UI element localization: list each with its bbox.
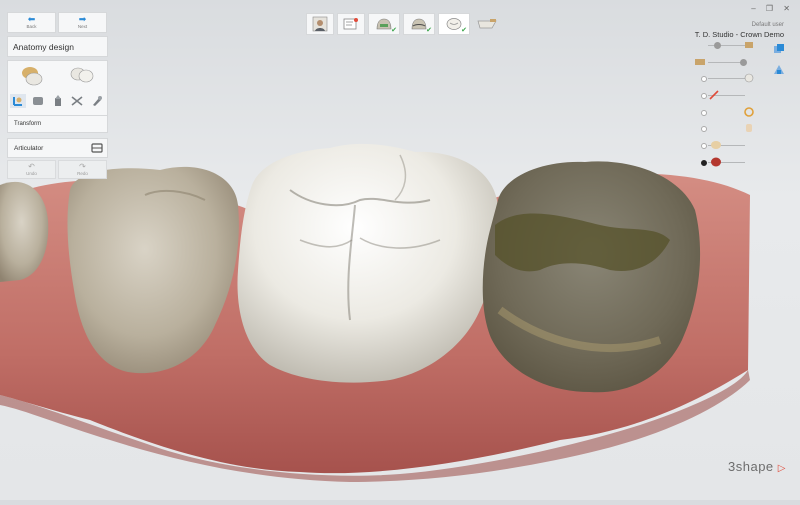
wax-knife-icon	[93, 96, 102, 106]
visibility-row[interactable]	[702, 38, 753, 55]
order-icon	[343, 18, 358, 30]
step-complete-icon: ✔	[461, 27, 467, 34]
visibility-row[interactable]	[701, 88, 750, 105]
brand-logo-text: 3shape	[728, 459, 774, 474]
visibility-row[interactable]	[701, 155, 750, 172]
articulator-icon[interactable]	[91, 143, 103, 153]
3d-viewport[interactable]	[0, 0, 800, 500]
arrow-left-icon: ⬅	[27, 14, 36, 24]
left-tool-panel: ⬅ Back ➡ Next Anatomy design Transform A…	[7, 12, 108, 179]
wax-knife-tool[interactable]	[89, 94, 105, 108]
transparency-slider[interactable]	[708, 78, 745, 80]
step-finish[interactable]	[473, 13, 501, 35]
workflow-steps: ✔ ✔ ✔	[306, 13, 504, 35]
step-margin[interactable]: ✔	[403, 13, 435, 35]
transform-section[interactable]: Transform	[7, 116, 108, 133]
gum-visibility-icon	[711, 157, 721, 167]
transform-tool[interactable]	[10, 94, 26, 108]
visibility-panel	[695, 38, 754, 172]
undo-label: Undo	[26, 170, 37, 176]
slider-knob[interactable]	[740, 58, 747, 66]
multi-tooth-icon[interactable]	[70, 64, 94, 88]
right-molar	[482, 161, 701, 393]
sculpt-tool[interactable]	[30, 94, 46, 108]
slider-knob[interactable]	[714, 42, 721, 49]
brand-triangle-icon: ▷	[777, 463, 786, 474]
visibility-row[interactable]	[701, 121, 752, 138]
visibility-radio[interactable]	[701, 143, 707, 150]
articulator-label: Articulator	[14, 144, 44, 152]
step-patient[interactable]	[306, 13, 334, 35]
visibility-radio[interactable]	[701, 76, 707, 83]
preparation-visibility-icon	[695, 58, 705, 65]
visibility-radio[interactable]	[701, 109, 707, 116]
copy-view-icon[interactable]	[773, 43, 785, 55]
antagonist-visibility-icon	[744, 74, 754, 83]
back-label: Back	[26, 24, 37, 29]
visibility-radio[interactable]	[701, 126, 707, 133]
redo-label: Redo	[77, 170, 88, 176]
contact-icon	[71, 96, 83, 106]
smooth-tool[interactable]	[50, 94, 66, 108]
crown-visibility-icon	[745, 42, 753, 48]
step-complete-icon: ✔	[426, 27, 432, 34]
tool-row	[10, 94, 105, 108]
window-controls[interactable]: – ❐ ✕	[751, 4, 794, 13]
undo-icon: ↶	[28, 161, 35, 171]
next-label: Next	[77, 24, 88, 29]
smooth-icon	[54, 95, 61, 106]
model-visibility-icon	[711, 141, 721, 150]
visibility-row[interactable]	[701, 138, 750, 155]
visibility-radio[interactable]	[701, 93, 707, 100]
visibility-radio-selected[interactable]	[701, 159, 707, 166]
step-order[interactable]	[337, 13, 365, 35]
step-complete-icon: ✔	[391, 27, 397, 34]
visibility-row[interactable]	[701, 105, 754, 122]
contact-tool[interactable]	[69, 94, 85, 108]
next-button[interactable]: ➡ Next	[58, 12, 107, 33]
contact-visibility-icon	[744, 106, 754, 117]
back-button[interactable]: ⬅ Back	[7, 12, 56, 33]
transform-icon	[13, 97, 22, 106]
articulator-section[interactable]: Articulator	[7, 138, 108, 158]
dental-scan-3d-view[interactable]	[0, 0, 800, 500]
die-visibility-icon	[746, 124, 752, 133]
sculpt-icon	[32, 97, 43, 105]
design-tools	[7, 60, 108, 116]
user-info: Default user T. D. Studio - Crown Demo	[695, 20, 784, 40]
finish-icon	[477, 19, 497, 29]
history-row: ↶ Undo ↷ Redo	[7, 160, 108, 179]
export-icon[interactable]	[773, 63, 785, 75]
visibility-row[interactable]	[695, 55, 750, 72]
patient-icon	[312, 16, 328, 32]
redo-button[interactable]: ↷ Redo	[58, 160, 107, 179]
visibility-row[interactable]	[701, 71, 754, 88]
margin-line-visibility-icon	[709, 90, 719, 100]
arrow-right-icon: ➡	[78, 14, 87, 24]
nav-row: ⬅ Back ➡ Next	[7, 12, 108, 33]
step-preparation[interactable]: ✔	[368, 13, 400, 35]
brand-logo: 3shape ▷	[728, 459, 786, 474]
single-tooth-icon[interactable]	[20, 64, 44, 88]
user-name: Default user	[751, 22, 784, 28]
undo-button[interactable]: ↶ Undo	[7, 160, 56, 179]
redo-icon: ↷	[79, 161, 86, 171]
panel-title: Anatomy design	[7, 36, 108, 57]
step-crown-design[interactable]: ✔	[438, 13, 470, 35]
